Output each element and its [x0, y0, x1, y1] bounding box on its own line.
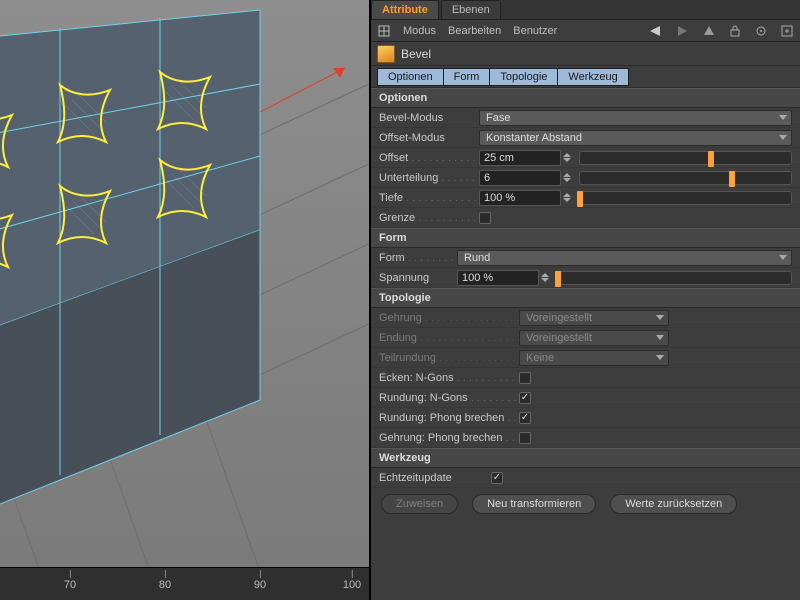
assign-button: Zuweisen: [381, 494, 458, 514]
miter-dropdown: Voreingestellt: [519, 310, 669, 326]
reset-values-button[interactable]: Werte zurücksetzen: [610, 494, 737, 514]
rounding-ngons-checkbox[interactable]: [519, 392, 531, 404]
depth-field[interactable]: 100 %: [479, 190, 561, 206]
timeline-tick: 90: [254, 579, 266, 591]
object-header: Bevel: [371, 42, 800, 66]
section-form-head: Form: [371, 228, 800, 248]
rounding-phong-checkbox[interactable]: [519, 412, 531, 424]
nav-fwd-icon[interactable]: [676, 24, 690, 38]
viewport-canvas: [0, 0, 370, 570]
subtab-tool[interactable]: Werkzeug: [558, 68, 628, 86]
realtime-label: Echtzeitupdate: [379, 472, 491, 484]
miter-phong-label: Gehrung: Phong brechen: [379, 432, 519, 444]
shape-label: Form: [379, 252, 457, 264]
mode-icon: [377, 24, 391, 38]
ending-dropdown: Voreingestellt: [519, 330, 669, 346]
tab-layers[interactable]: Ebenen: [441, 0, 501, 19]
offset-field[interactable]: 25 cm: [479, 150, 561, 166]
tension-field[interactable]: 100 %: [457, 270, 539, 286]
tension-slider[interactable]: [557, 271, 792, 285]
nav-back-icon[interactable]: [650, 24, 664, 38]
new-window-icon[interactable]: [780, 24, 794, 38]
bevel-mode-label: Bevel-Modus: [379, 112, 479, 124]
limit-checkbox[interactable]: [479, 212, 491, 224]
object-title: Bevel: [401, 47, 431, 61]
rounding-ngons-label: Rundung: N-Gons: [379, 392, 519, 404]
tab-attribute[interactable]: Attribute: [371, 0, 439, 19]
offset-mode-label: Offset-Modus: [379, 132, 479, 144]
panel-menubar: Modus Bearbeiten Benutzer: [371, 20, 800, 42]
offset-mode-dropdown[interactable]: Konstanter Abstand: [479, 130, 792, 146]
depth-label: Tiefe: [379, 192, 479, 204]
depth-slider[interactable]: [579, 191, 792, 205]
viewport-3d[interactable]: [0, 0, 370, 570]
attribute-subtabs: Optionen Form Topologie Werkzeug: [371, 66, 800, 88]
menu-mode[interactable]: Modus: [403, 25, 436, 37]
offset-slider[interactable]: [579, 151, 792, 165]
subtab-form[interactable]: Form: [444, 68, 491, 86]
partial-round-label: Teilrundung: [379, 352, 519, 364]
shape-dropdown[interactable]: Rund: [457, 250, 792, 266]
section-options-head: Optionen: [371, 88, 800, 108]
offset-spinner[interactable]: [563, 150, 573, 166]
nav-up-icon[interactable]: [702, 24, 716, 38]
section-tool-head: Werkzeug: [371, 448, 800, 468]
tension-label: Spannung: [379, 272, 457, 284]
lock-icon[interactable]: [728, 24, 742, 38]
timeline-tick: 80: [159, 579, 171, 591]
retransform-button[interactable]: Neu transformieren: [472, 494, 596, 514]
rounding-phong-label: Rundung: Phong brechen: [379, 412, 519, 424]
subtab-topology[interactable]: Topologie: [490, 68, 558, 86]
bevel-tool-icon: [377, 45, 395, 63]
subdivision-field[interactable]: 6: [479, 170, 561, 186]
subdivision-spinner[interactable]: [563, 170, 573, 186]
timeline-tick: 70: [64, 579, 76, 591]
subtab-options[interactable]: Optionen: [377, 68, 444, 86]
timeline[interactable]: 70 80 90 100: [0, 567, 370, 600]
limit-label: Grenze: [379, 212, 479, 224]
target-icon[interactable]: [754, 24, 768, 38]
partial-round-dropdown: Keine: [519, 350, 669, 366]
ending-label: Endung: [379, 332, 519, 344]
depth-spinner[interactable]: [563, 190, 573, 206]
realtime-checkbox[interactable]: [491, 472, 503, 484]
bevel-mode-dropdown[interactable]: Fase: [479, 110, 792, 126]
subdivision-label: Unterteilung: [379, 172, 479, 184]
menu-user[interactable]: Benutzer: [513, 25, 557, 37]
corners-ngons-label: Ecken: N-Gons: [379, 372, 519, 384]
corners-ngons-checkbox[interactable]: [519, 372, 531, 384]
timeline-tick: 100: [343, 579, 361, 591]
offset-label: Offset: [379, 152, 479, 164]
attribute-panel: Attribute Ebenen Modus Bearbeiten Benutz…: [370, 0, 800, 600]
section-topology-head: Topologie: [371, 288, 800, 308]
miter-phong-checkbox[interactable]: [519, 432, 531, 444]
miter-label: Gehrung: [379, 312, 519, 324]
subdivision-slider[interactable]: [579, 171, 792, 185]
panel-tabbar: Attribute Ebenen: [371, 0, 800, 20]
tension-spinner[interactable]: [541, 270, 551, 286]
menu-edit[interactable]: Bearbeiten: [448, 25, 501, 37]
